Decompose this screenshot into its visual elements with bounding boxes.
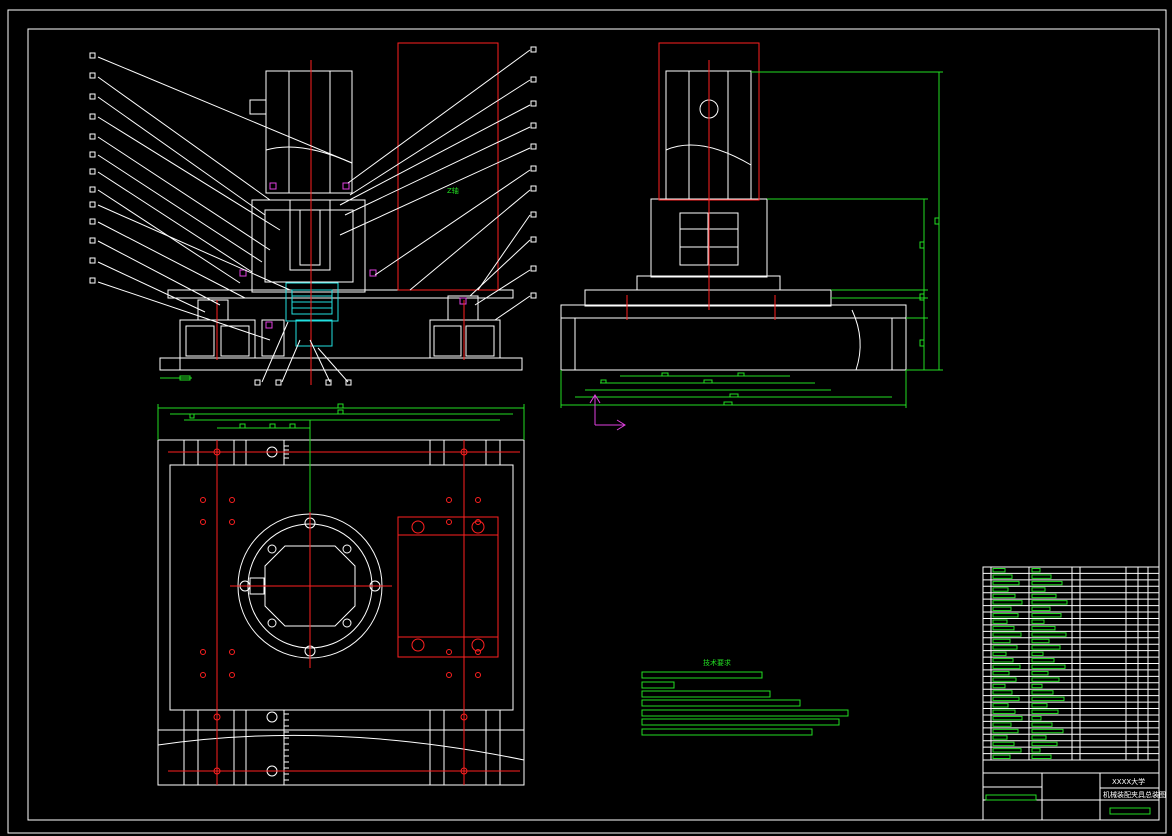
front-view (89, 42, 537, 386)
technical-requirements (641, 671, 849, 736)
side-view (560, 42, 943, 431)
cad-drawing: Z轴 技术要求 XXXX大学 机械装配夹具总装图 (7, 9, 1167, 834)
title-block-company: XXXX大学 (1112, 777, 1145, 786)
section-label: Z轴 (447, 186, 459, 195)
title-block-drawing-name: 机械装配夹具总装图 (1103, 790, 1166, 799)
tech-req-title: 技术要求 (703, 658, 731, 667)
top-view (157, 403, 525, 786)
